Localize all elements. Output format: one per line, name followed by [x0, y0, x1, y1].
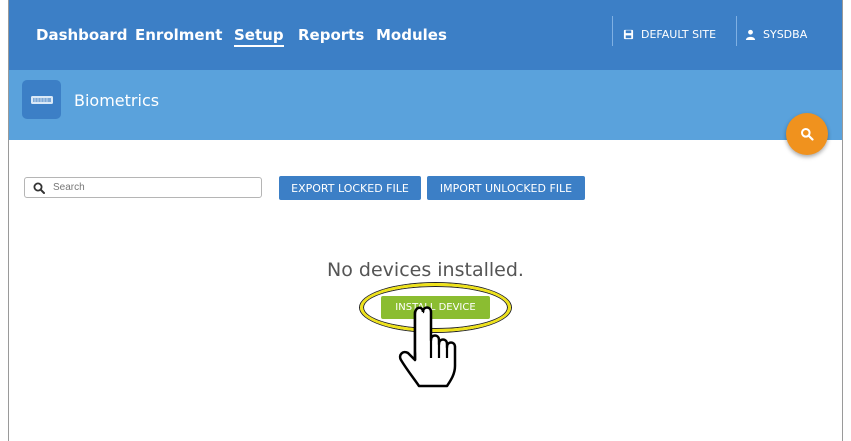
search-icon: [801, 128, 814, 141]
user-label: SYSDBA: [763, 28, 808, 41]
site-label: DEFAULT SITE: [641, 28, 717, 41]
export-locked-file-button[interactable]: EXPORT LOCKED FILE: [279, 176, 421, 200]
search-icon: [33, 182, 45, 194]
search-fab-button[interactable]: [786, 113, 828, 155]
nav-setup[interactable]: Setup: [234, 26, 284, 47]
save-icon: [623, 29, 634, 40]
app-frame: Dashboard Enrolment Setup Reports Module…: [8, 0, 843, 441]
empty-state-message: No devices installed.: [327, 259, 524, 281]
nav-divider: [736, 16, 737, 46]
biometric-reader-icon: [22, 80, 61, 119]
nav-reports[interactable]: Reports: [298, 26, 364, 44]
nav-dashboard[interactable]: Dashboard: [36, 26, 127, 44]
page-title: Biometrics: [74, 91, 160, 110]
search-field[interactable]: [24, 177, 262, 198]
nav-modules[interactable]: Modules: [376, 26, 447, 44]
nav-enrolment[interactable]: Enrolment: [135, 26, 222, 44]
nav-divider: [612, 16, 613, 46]
import-unlocked-file-button[interactable]: IMPORT UNLOCKED FILE: [427, 176, 585, 200]
user-menu[interactable]: SYSDBA: [745, 28, 807, 41]
site-selector[interactable]: DEFAULT SITE: [623, 28, 716, 41]
search-input[interactable]: [53, 182, 253, 193]
top-navigation: Dashboard Enrolment Setup Reports Module…: [9, 0, 842, 70]
user-icon: [745, 29, 756, 40]
module-header: Biometrics: [9, 70, 842, 140]
hand-cursor-icon: [398, 306, 457, 388]
